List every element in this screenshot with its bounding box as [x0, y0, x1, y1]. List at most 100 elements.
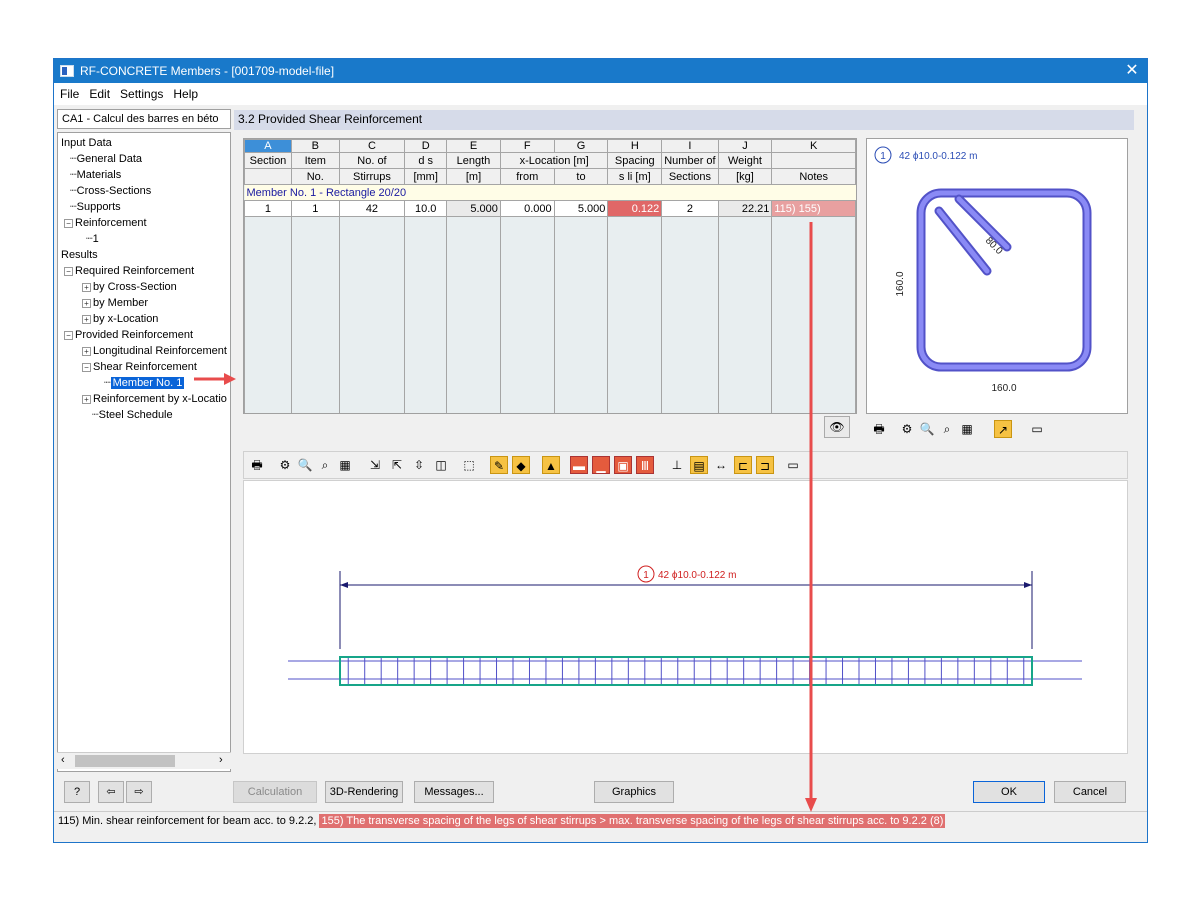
expand-icon[interactable]: +: [82, 282, 91, 292]
tree-by-member[interactable]: + by Member: [82, 295, 148, 311]
tree-general-data[interactable]: ┈General Data: [70, 151, 142, 167]
ok-button[interactable]: OK: [973, 781, 1045, 803]
cell-stirrups[interactable]: 42: [338, 200, 406, 217]
table-view-icon[interactable]: ▤: [690, 456, 708, 474]
export-icon[interactable]: ⇨: [126, 781, 152, 803]
tree-longitudinal-reinforcement[interactable]: + Longitudinal Reinforcement: [82, 343, 227, 359]
export-icon[interactable]: ▭: [784, 456, 802, 474]
select-icon[interactable]: ▦: [958, 420, 976, 438]
cell-length[interactable]: 5.000: [446, 200, 501, 217]
tree-scrollbar[interactable]: ‹ ›: [57, 752, 231, 769]
menu-help[interactable]: Help: [173, 87, 198, 101]
show-reinforcement-icon[interactable]: ✎: [490, 456, 508, 474]
tree-materials[interactable]: ┈Materials: [70, 167, 121, 183]
menu-file[interactable]: File: [60, 87, 79, 101]
show-concrete-icon[interactable]: ◆: [512, 456, 530, 474]
scroll-right-icon[interactable]: ›: [219, 754, 223, 766]
collapse-icon[interactable]: −: [64, 218, 73, 228]
tree-results[interactable]: Results: [61, 247, 98, 263]
tree-by-x-location[interactable]: + by x-Location: [82, 311, 158, 327]
zoom-all-icon[interactable]: ⌕: [938, 420, 956, 438]
cell-weight[interactable]: 22.21: [717, 200, 773, 217]
dimension-x-icon[interactable]: ↔: [712, 456, 730, 474]
view-z-icon[interactable]: ⇳: [410, 456, 428, 474]
tree-shear-reinforcement[interactable]: − Shear Reinforcement: [82, 359, 197, 375]
cell-sections[interactable]: 2: [661, 200, 719, 217]
render-icon[interactable]: ⬚: [460, 456, 478, 474]
tree-reinforcement-1[interactable]: ┈1: [86, 231, 99, 247]
tree-reinforcement[interactable]: − Reinforcement: [64, 215, 147, 231]
col-letter[interactable]: K: [771, 139, 856, 153]
view-options-icon[interactable]: ⚙: [276, 456, 294, 474]
cancel-button[interactable]: Cancel: [1054, 781, 1126, 803]
col-letter[interactable]: J: [717, 139, 773, 153]
tree-supports[interactable]: ┈Supports: [70, 199, 121, 215]
cell-ds[interactable]: 10.0: [404, 200, 448, 217]
export-icon[interactable]: ▭: [1028, 420, 1046, 438]
col-letter[interactable]: D: [404, 139, 448, 153]
col-letter[interactable]: B: [290, 139, 340, 153]
cell-item[interactable]: 1: [290, 200, 340, 217]
col-letter[interactable]: F: [499, 139, 555, 153]
cell-to[interactable]: 5.000: [553, 200, 609, 217]
cell-section[interactable]: 1: [244, 200, 292, 217]
collapse-icon[interactable]: −: [64, 330, 73, 340]
scroll-thumb[interactable]: [75, 755, 175, 767]
help-icon[interactable]: ?: [64, 781, 90, 803]
menu-edit[interactable]: Edit: [89, 87, 110, 101]
isometric-icon[interactable]: ◫: [432, 456, 450, 474]
view-x-icon[interactable]: ⇲: [366, 456, 384, 474]
stirrups-view-icon[interactable]: Ⅲ: [636, 456, 654, 474]
graphics-button[interactable]: Graphics: [594, 781, 674, 803]
col-letter[interactable]: E: [446, 139, 501, 153]
show-supports-icon[interactable]: ▲: [542, 456, 560, 474]
col-letter[interactable]: G: [553, 139, 609, 153]
print-icon[interactable]: 🖶: [870, 420, 888, 438]
tree-input-data[interactable]: Input Data: [61, 135, 112, 151]
calculation-button[interactable]: Calculation: [233, 781, 317, 803]
expand-icon[interactable]: +: [82, 394, 91, 404]
close-icon[interactable]: ✕: [1117, 59, 1147, 83]
messages-button[interactable]: Messages...: [414, 781, 494, 803]
expand-icon[interactable]: +: [82, 298, 91, 308]
expand-icon[interactable]: +: [82, 346, 91, 356]
zoom-icon[interactable]: 🔍: [918, 420, 936, 438]
load-case-select[interactable]: CA1 - Calcul des barres en béto: [57, 109, 231, 129]
dimension-icon[interactable]: ↗: [994, 420, 1012, 438]
axes-icon[interactable]: ⊥: [668, 456, 686, 474]
section-bottom-icon[interactable]: ▁: [592, 456, 610, 474]
table-row[interactable]: 1 1 42 10.0 5.000 0.000 5.000 0.122 2 22…: [244, 200, 856, 217]
tree-cross-sections[interactable]: ┈Cross-Sections: [70, 183, 151, 199]
tree-reinforcement-by-x[interactable]: + Reinforcement by x-Locatio: [82, 391, 227, 407]
member-group-row[interactable]: Member No. 1 - Rectangle 20/20: [244, 184, 856, 201]
collapse-icon[interactable]: −: [82, 362, 91, 372]
bar-left-icon[interactable]: ⊏: [734, 456, 752, 474]
3d-rendering-button[interactable]: 3D-Rendering: [325, 781, 403, 803]
section-frame-icon[interactable]: ▣: [614, 456, 632, 474]
col-letter[interactable]: A: [244, 139, 292, 153]
bar-right-icon[interactable]: ⊐: [756, 456, 774, 474]
col-letter[interactable]: I: [661, 139, 719, 153]
view-y-icon[interactable]: ⇱: [388, 456, 406, 474]
collapse-icon[interactable]: −: [64, 266, 73, 276]
cell-from[interactable]: 0.000: [499, 200, 555, 217]
tree-provided-reinforcement[interactable]: − Provided Reinforcement: [64, 327, 193, 343]
tree-steel-schedule[interactable]: ┈Steel Schedule: [92, 407, 173, 423]
col-letter[interactable]: C: [338, 139, 406, 153]
expand-icon[interactable]: +: [82, 314, 91, 324]
col-letter[interactable]: H: [607, 139, 663, 153]
tree-member-no-1[interactable]: ┈ Member No. 1: [104, 375, 185, 391]
cell-notes[interactable]: 115) 155): [771, 200, 856, 217]
view-options-icon[interactable]: ⚙: [898, 420, 916, 438]
zoom-all-icon[interactable]: ⌕: [316, 456, 334, 474]
select-icon[interactable]: ▦: [336, 456, 354, 474]
zoom-icon[interactable]: 🔍: [296, 456, 314, 474]
menu-settings[interactable]: Settings: [120, 87, 163, 101]
eye-icon[interactable]: 👁: [824, 416, 850, 438]
import-icon[interactable]: ⇦: [98, 781, 124, 803]
cell-spacing[interactable]: 0.122: [607, 200, 663, 217]
print-icon[interactable]: 🖶: [248, 456, 266, 474]
scroll-left-icon[interactable]: ‹: [61, 754, 65, 766]
tree-required-reinforcement[interactable]: − Required Reinforcement: [64, 263, 194, 279]
section-top-icon[interactable]: ▬: [570, 456, 588, 474]
